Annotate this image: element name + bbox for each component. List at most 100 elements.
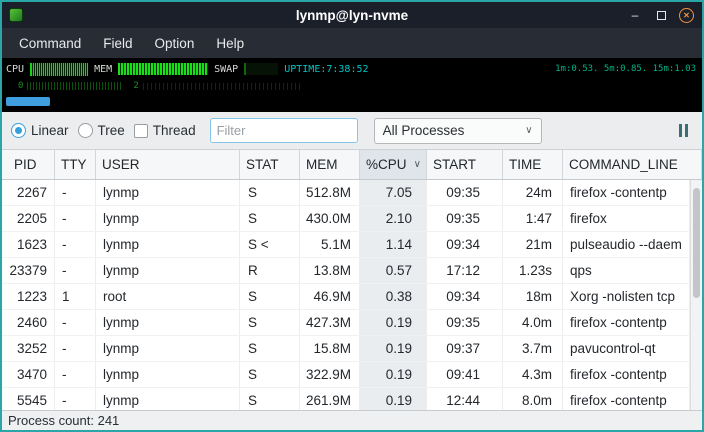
tree-radio-label: Tree bbox=[98, 123, 125, 138]
cell-cpu: 7.05 bbox=[360, 180, 427, 205]
linear-radio-icon[interactable] bbox=[11, 123, 26, 138]
column-header-time[interactable]: TIME bbox=[503, 150, 563, 179]
cell-mem: 512.8M bbox=[300, 180, 360, 205]
thread-checkbox-icon[interactable] bbox=[134, 124, 148, 138]
column-header-start[interactable]: START bbox=[427, 150, 503, 179]
cpu-label: CPU bbox=[6, 64, 24, 75]
cell-stat: S bbox=[240, 388, 300, 410]
mem-usage-graph bbox=[118, 63, 208, 75]
process-table: PID TTY USER STAT MEM %CPU ∨ START TIME … bbox=[2, 150, 702, 410]
cell-user: lynmp bbox=[96, 232, 240, 257]
process-row[interactable]: 23379 - lynmp R 13.8M 0.57 17:12 1.23s q… bbox=[2, 258, 690, 284]
process-row[interactable]: 2267 - lynmp S 512.8M 7.05 09:35 24m fir… bbox=[2, 180, 690, 206]
pause-button[interactable] bbox=[679, 123, 688, 139]
column-header-cpu[interactable]: %CPU ∨ bbox=[360, 150, 427, 179]
close-button[interactable]: ✕ bbox=[679, 8, 694, 23]
cell-start: 09:35 bbox=[427, 206, 503, 231]
process-row[interactable]: 3470 - lynmp S 322.9M 0.19 09:41 4.3m fi… bbox=[2, 362, 690, 388]
cell-stat: S bbox=[240, 310, 300, 335]
cell-pid: 3470 bbox=[2, 362, 55, 387]
cell-command-line: Xorg -nolisten tcp bbox=[563, 284, 690, 309]
cell-pid: 5545 bbox=[2, 388, 55, 410]
column-header-user[interactable]: USER bbox=[96, 150, 240, 179]
minimize-button-icon[interactable]: – bbox=[627, 7, 643, 23]
cell-command-line: pulseaudio --daem bbox=[563, 232, 690, 257]
column-header-tty[interactable]: TTY bbox=[55, 150, 96, 179]
cell-user: root bbox=[96, 284, 240, 309]
menu-option[interactable]: Option bbox=[144, 28, 206, 58]
maximize-button[interactable] bbox=[653, 7, 669, 23]
cell-time: 18m bbox=[503, 284, 563, 309]
cell-cpu: 0.19 bbox=[360, 310, 427, 335]
chevron-down-icon: ∨ bbox=[525, 125, 532, 136]
process-filter-value: All Processes bbox=[383, 123, 465, 138]
cell-tty: - bbox=[55, 362, 96, 387]
cell-mem: 5.1M bbox=[300, 232, 360, 257]
tree-radio-icon[interactable] bbox=[78, 123, 93, 138]
menu-field[interactable]: Field bbox=[92, 28, 143, 58]
process-row[interactable]: 1623 - lynmp S < 5.1M 1.14 09:34 21m pul… bbox=[2, 232, 690, 258]
cell-cpu: 0.19 bbox=[360, 388, 427, 410]
cell-pid: 2460 bbox=[2, 310, 55, 335]
column-header-stat[interactable]: STAT bbox=[240, 150, 300, 179]
cell-pid: 1223 bbox=[2, 284, 55, 309]
graph-scrollbar[interactable] bbox=[2, 94, 702, 108]
cell-cpu: 0.57 bbox=[360, 258, 427, 283]
titlebar[interactable]: lynmp@lyn-nvme – ✕ bbox=[2, 2, 702, 28]
column-header-pid[interactable]: PID bbox=[2, 150, 55, 179]
cell-stat: S bbox=[240, 206, 300, 231]
cell-user: lynmp bbox=[96, 362, 240, 387]
cell-pid: 23379 bbox=[2, 258, 55, 283]
swap-usage-graph bbox=[244, 63, 278, 75]
process-filter-select[interactable]: All Processes ∨ bbox=[374, 118, 542, 144]
process-row[interactable]: 1223 1 root S 46.9M 0.38 09:34 18m Xorg … bbox=[2, 284, 690, 310]
maximize-icon bbox=[657, 11, 666, 20]
filter-input[interactable] bbox=[210, 118, 358, 143]
cell-cpu: 0.19 bbox=[360, 336, 427, 361]
table-header-row: PID TTY USER STAT MEM %CPU ∨ START TIME … bbox=[2, 150, 702, 180]
cell-mem: 322.9M bbox=[300, 362, 360, 387]
process-row[interactable]: 2205 - lynmp S 430.0M 2.10 09:35 1:47 fi… bbox=[2, 206, 690, 232]
cell-mem: 427.3M bbox=[300, 310, 360, 335]
process-row[interactable]: 5545 - lynmp S 261.9M 0.19 12:44 8.0m fi… bbox=[2, 388, 690, 410]
vertical-scrollbar[interactable] bbox=[690, 180, 702, 410]
menu-help[interactable]: Help bbox=[205, 28, 255, 58]
menubar: Command Field Option Help bbox=[2, 28, 702, 58]
cell-time: 21m bbox=[503, 232, 563, 257]
graph-scrollbar-thumb[interactable] bbox=[6, 97, 50, 106]
window-title: lynmp@lyn-nvme bbox=[2, 8, 702, 23]
cell-time: 4.3m bbox=[503, 362, 563, 387]
cell-tty: - bbox=[55, 310, 96, 335]
cell-cpu: 0.38 bbox=[360, 284, 427, 309]
swap-label: SWAP bbox=[214, 64, 238, 75]
cell-tty: - bbox=[55, 232, 96, 257]
table-body: 2267 - lynmp S 512.8M 7.05 09:35 24m fir… bbox=[2, 180, 690, 410]
cell-stat: S bbox=[240, 284, 300, 309]
cell-user: lynmp bbox=[96, 388, 240, 410]
load-average-text: 1m:0.53. 5m:0.85. 15m:1.03 bbox=[555, 64, 696, 74]
cell-start: 09:34 bbox=[427, 284, 503, 309]
thread-checkbox-option[interactable]: Thread bbox=[134, 123, 196, 138]
controls-bar: Linear Tree Thread All Processes ∨ bbox=[2, 112, 702, 150]
column-header-command-line[interactable]: COMMAND_LINE bbox=[563, 150, 702, 179]
cell-time: 8.0m bbox=[503, 388, 563, 410]
process-row[interactable]: 2460 - lynmp S 427.3M 0.19 09:35 4.0m fi… bbox=[2, 310, 690, 336]
linear-radio-label: Linear bbox=[31, 123, 69, 138]
cell-pid: 1623 bbox=[2, 232, 55, 257]
vertical-scrollbar-thumb[interactable] bbox=[693, 188, 700, 298]
cell-start: 17:12 bbox=[427, 258, 503, 283]
cpu-history-graph bbox=[27, 82, 123, 90]
cell-tty: - bbox=[55, 336, 96, 361]
linear-radio-option[interactable]: Linear bbox=[11, 123, 69, 138]
column-header-mem[interactable]: MEM bbox=[300, 150, 360, 179]
cell-tty: - bbox=[55, 388, 96, 410]
thread-checkbox-label: Thread bbox=[153, 123, 196, 138]
sort-descending-icon: ∨ bbox=[414, 159, 421, 170]
tree-radio-option[interactable]: Tree bbox=[78, 123, 125, 138]
cell-start: 09:34 bbox=[427, 232, 503, 257]
cell-command-line: firefox -contentp bbox=[563, 180, 690, 205]
cpu-usage-graph bbox=[30, 63, 88, 76]
process-row[interactable]: 3252 - lynmp S 15.8M 0.19 09:37 3.7m pav… bbox=[2, 336, 690, 362]
menu-command[interactable]: Command bbox=[8, 28, 92, 58]
graph-scale-two: 2 bbox=[133, 81, 138, 91]
